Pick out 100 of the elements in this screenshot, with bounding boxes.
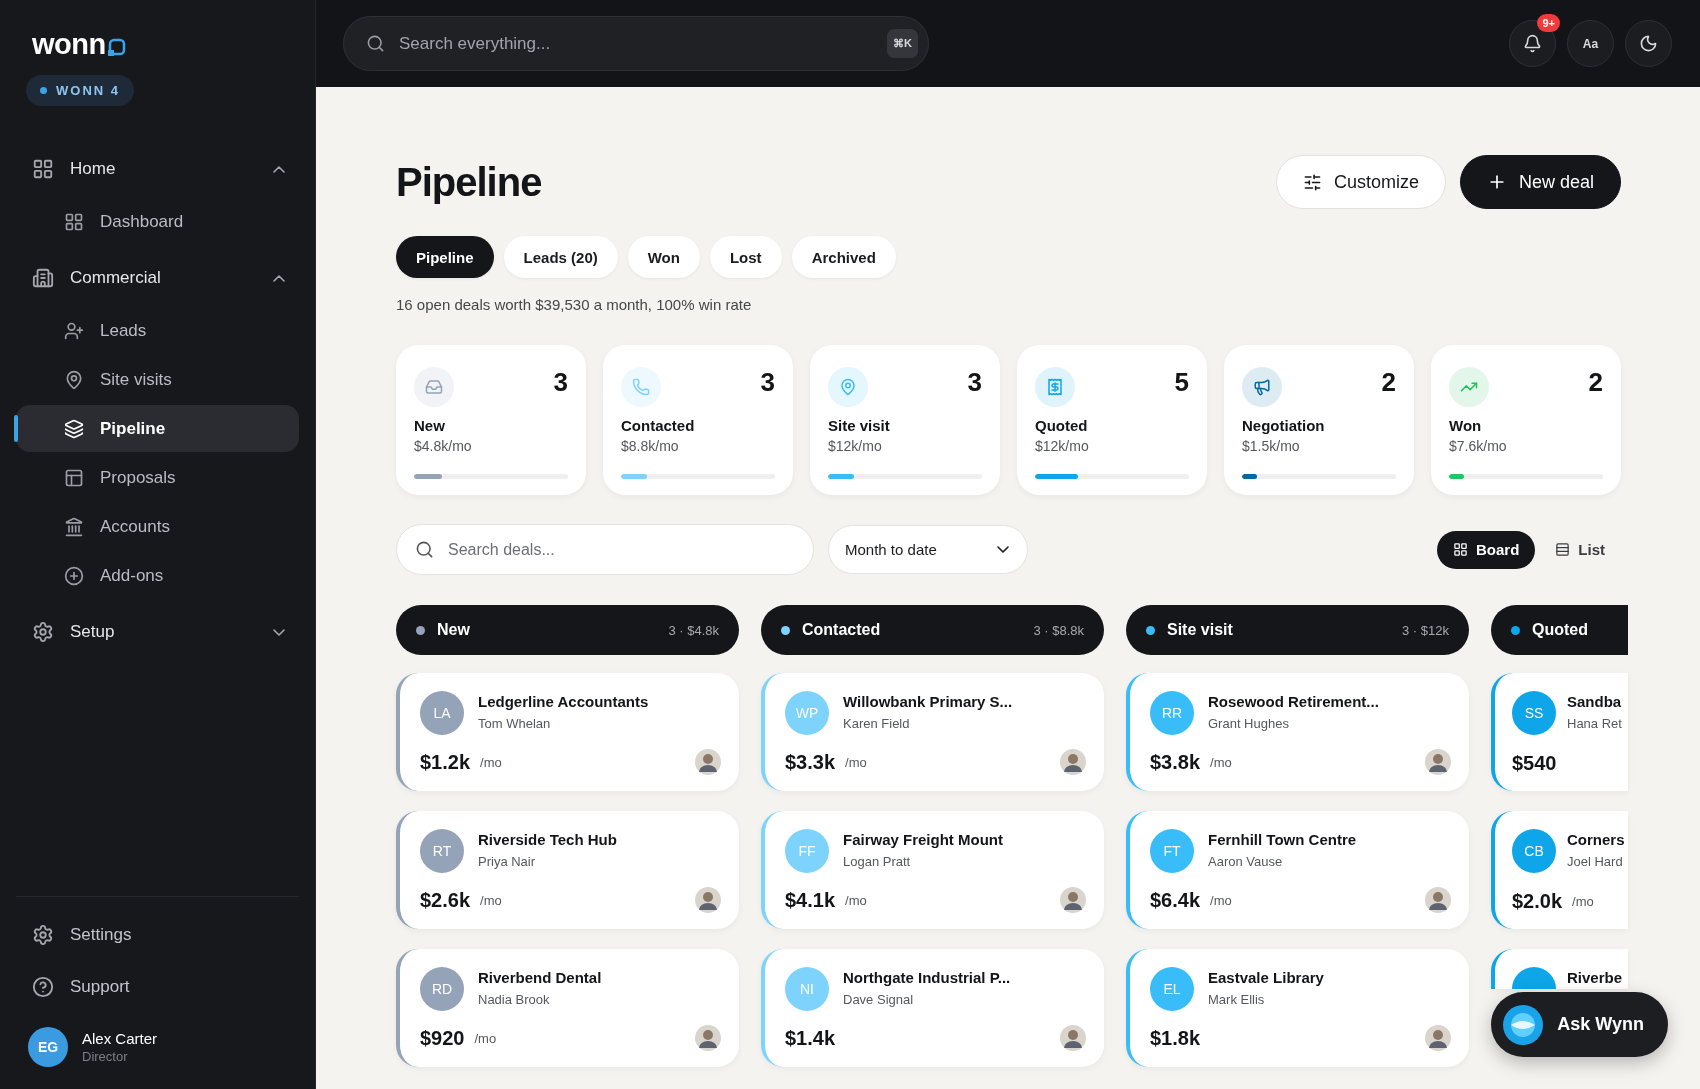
value-unit: /mo [845,754,867,770]
logo-icon [107,38,126,56]
map-pin-icon [839,378,857,396]
nav-item[interactable]: Leads [16,307,299,354]
column-title: Site visit [1167,621,1234,639]
deal-card[interactable]: RT Riverside Tech Hub Priya Nair $2.6k /mo [396,811,739,929]
company-name: Fernhill Town Centre [1208,831,1358,848]
nav-item[interactable]: Support [16,961,299,1013]
sliders-icon [1302,172,1322,192]
inbox-icon [425,378,443,396]
stage-count: 2 [1381,367,1396,398]
owner-avatar [1425,887,1451,913]
tab[interactable]: Won [627,236,700,278]
contact-name: Nadia Brook [478,992,551,1007]
nav-group[interactable]: Commercial [16,253,299,303]
company-avatar: FF [785,829,829,873]
stage-card[interactable]: 2 Negotiation $1.5k/mo [1224,345,1414,495]
deal-value: $4.1k [785,888,836,912]
stage-name: Won [1449,417,1483,434]
nav-item[interactable]: Site visits [16,356,299,403]
deal-card[interactable]: WP Willowbank Primary S... Karen Field $3.3k /mo [761,673,1104,791]
search-icon [366,34,385,53]
font-size-button[interactable]: Aa [1567,20,1614,67]
deal-card[interactable]: FT Fernhill Town Centre Aaron Vause $6.4k /mo [1126,811,1469,929]
stage-card[interactable]: 5 Quoted $12k/mo [1017,345,1207,495]
stage-card[interactable]: 3 Contacted $8.8k/mo [603,345,793,495]
tab[interactable]: Lost [709,236,782,278]
tab[interactable]: Archived [791,236,896,278]
period-select[interactable]: Month to date [828,525,1028,574]
chevron-down-icon [273,628,285,636]
chevron-down-icon [997,546,1009,553]
contact-name: Tom Whelan [478,716,552,731]
column-meta: 3 · $8.8k [1033,622,1084,638]
value-unit: /mo [1572,894,1594,909]
stage-amount: $12k/mo [1035,438,1090,454]
nav-group[interactable]: Setup [16,607,299,657]
customize-button[interactable]: Customize [1275,155,1446,209]
tab[interactable]: Pipeline [396,236,494,278]
deal-card[interactable]: CB Corners Joel Hard $2.0k /mo [1491,811,1628,929]
theme-button[interactable] [1625,20,1672,67]
nav-item[interactable]: Dashboard [16,198,299,245]
new-deal-button[interactable]: New deal [1459,155,1621,209]
stage-card[interactable]: 2 Won $7.6k/mo [1431,345,1621,495]
deal-card[interactable]: SS Sandba Hana Ret $540 [1491,673,1628,791]
nav-group[interactable]: Home [16,144,299,194]
tab[interactable]: Leads (20) [503,236,618,278]
stage-count: 3 [553,367,568,398]
deal-value: $6.4k [1150,888,1201,912]
stage-amount: $8.8k/mo [621,438,680,454]
search-icon [415,540,434,559]
search-input[interactable]: Search deals... [446,539,795,560]
contact-name: Dave Signal [843,992,915,1007]
stage-count: 3 [760,367,775,398]
search-box[interactable]: Search everything... ⌘K [343,16,929,71]
receipt-icon [1046,378,1064,396]
stage-card[interactable]: 3 Site visit $12k/mo [810,345,1000,495]
gear-icon [32,621,54,643]
settings-icon [32,924,54,946]
contact-name: Priya Nair [478,854,537,869]
search-input[interactable]: Search everything... [397,32,876,55]
nav-item[interactable]: Proposals [16,454,299,501]
owner-avatar [695,749,721,775]
deal-card[interactable]: LA Ledgerline Accountants Tom Whelan $1.2k /mo [396,673,739,791]
value-unit: /mo [845,892,867,908]
view-toggle[interactable]: Board [1437,530,1536,569]
owner-avatar [1060,887,1086,913]
deal-card[interactable]: RR Rosewood Retirement... Grant Hughes $3.8k /mo [1126,673,1469,791]
deal-card[interactable]: RD Riverbend Dental Nadia Brook $920 /mo [396,949,739,1067]
company-name: Ledgerline Accountants [478,693,650,710]
value-unit: /mo [480,892,502,908]
grid-icon [32,158,54,180]
plus-circle-icon [64,565,84,586]
deal-card[interactable]: NI Northgate Industrial P... Dave Signal $1.4k [761,949,1104,1067]
moon-icon [1639,34,1658,53]
company-avatar: WP [785,691,829,735]
stage-count: 2 [1588,367,1603,398]
owner-avatar [695,1025,721,1051]
value-unit: /mo [480,754,502,770]
deal-card[interactable]: Riverbe [1491,949,1628,989]
notifications-button[interactable] [1509,20,1556,67]
company-avatar: FT [1150,829,1194,873]
nav-item[interactable]: Accounts [16,503,299,550]
stage-name: Negotiation [1242,417,1326,434]
stage-amount: $1.5k/mo [1242,438,1301,454]
company-avatar: NI [785,967,829,1011]
nav-item[interactable]: Pipeline [16,405,299,452]
deal-card[interactable]: FF Fairway Freight Mount Logan Pratt $4.1k /mo [761,811,1104,929]
contact-name: Aaron Vause [1208,854,1284,869]
megaphone-icon [1253,378,1271,396]
nav-item[interactable]: Add-ons [16,552,299,599]
company-name: Riverside Tech Hub [478,831,618,848]
deal-card[interactable]: EL Eastvale Library Mark Ellis $1.8k [1126,949,1469,1067]
view-toggle[interactable]: List [1539,530,1621,569]
contact-name: Hana Ret [1567,716,1623,731]
nav-item[interactable]: Settings [16,909,299,961]
stage-card[interactable]: 3 New $4.8k/mo [396,345,586,495]
stage-name: Quoted [1035,417,1089,434]
deal-value: $2.6k [420,888,471,912]
assistant-button[interactable]: Ask Wynn [1491,992,1668,1057]
search-box[interactable]: Search deals... [396,524,814,575]
